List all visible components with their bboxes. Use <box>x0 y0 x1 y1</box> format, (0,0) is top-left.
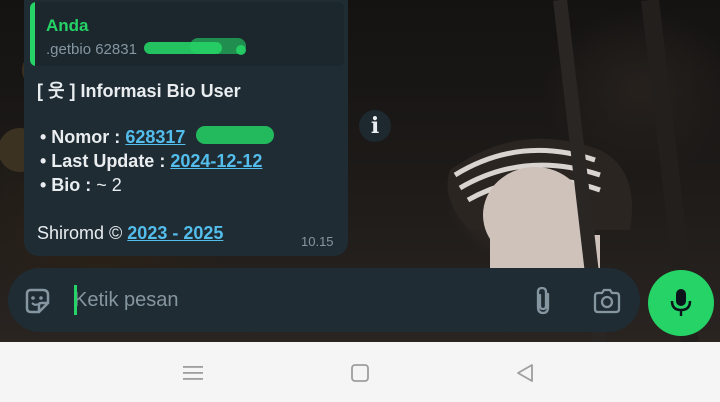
quote-author: Anda <box>46 16 89 35</box>
update-label: • Last Update : <box>40 151 171 171</box>
footer-row: Shiromd © 2023 - 2025 <box>37 223 223 244</box>
home-icon[interactable] <box>347 360 373 386</box>
microphone-icon[interactable] <box>648 270 714 336</box>
nomor-row: • Nomor : 628317 <box>40 127 185 148</box>
redaction-mark <box>196 126 274 144</box>
info-icon[interactable]: i <box>359 110 391 142</box>
nomor-link[interactable]: 628317 <box>125 127 185 147</box>
quote-accent-bar <box>30 2 35 66</box>
redaction-dot <box>236 45 246 55</box>
sticker-icon[interactable] <box>20 286 54 316</box>
bio-value: ~ 2 <box>96 175 122 195</box>
footer-prefix: Shiromd © <box>37 223 128 243</box>
message-time: 10.15 <box>301 234 334 249</box>
message-input-bar <box>8 268 640 332</box>
quote-text: .getbio 62831 <box>46 41 137 58</box>
footer-link[interactable]: 2023 - 2025 <box>127 223 223 243</box>
quoted-message[interactable]: Anda .getbio 62831 <box>30 2 344 66</box>
menu-icon[interactable] <box>180 360 206 386</box>
camera-icon[interactable] <box>590 286 624 316</box>
message-heading: [ 웃 ] Informasi Bio User <box>37 81 241 101</box>
text-cursor <box>74 285 77 315</box>
back-icon[interactable] <box>512 360 538 386</box>
message-input[interactable] <box>74 278 524 322</box>
system-navigation-bar <box>0 342 720 402</box>
paperclip-icon[interactable] <box>528 286 558 316</box>
update-link[interactable]: 2024-12-12 <box>170 151 262 171</box>
update-row: • Last Update : 2024-12-12 <box>40 151 262 172</box>
bio-label: • Bio : <box>40 175 97 195</box>
nomor-label: • Nomor : <box>40 127 126 147</box>
bio-row: • Bio : ~ 2 <box>40 175 122 196</box>
